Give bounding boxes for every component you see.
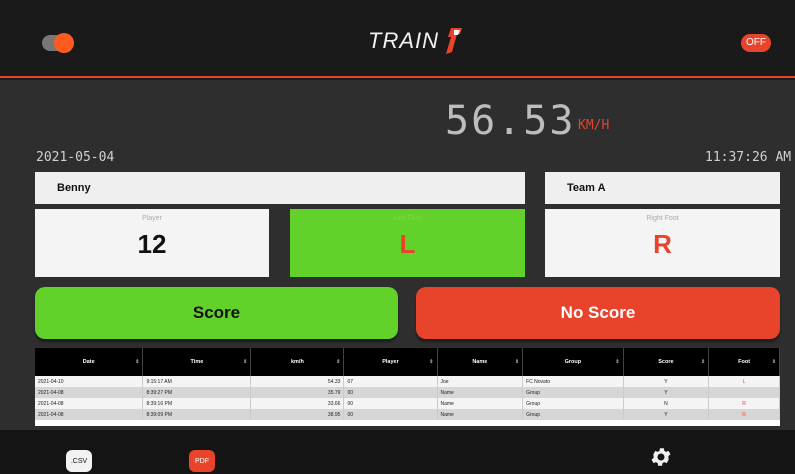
gear-icon[interactable] xyxy=(649,445,673,469)
toggle-icon[interactable] xyxy=(42,33,74,53)
sort-icon: ⇕ xyxy=(429,359,434,365)
player-number-tile[interactable]: Player 12 xyxy=(35,209,269,277)
current-time: 11:37:26 AM xyxy=(705,150,792,165)
cell-player: 00 xyxy=(343,398,438,409)
app-footer: .CSV PDF xyxy=(0,430,795,474)
column-header-label: Date xyxy=(82,359,95,365)
cell-score: Y xyxy=(623,409,710,420)
train-logo-icon xyxy=(446,28,462,54)
cell-foot: R xyxy=(708,409,780,420)
cell-kmh: 38.95 xyxy=(250,409,345,420)
cell-score: Y xyxy=(623,376,710,387)
column-header-kmh[interactable]: km/h ⇕ xyxy=(250,348,345,376)
no-score-button[interactable]: No Score xyxy=(416,287,780,339)
cell-kmh: 33.66 xyxy=(250,398,345,409)
cell-score: N xyxy=(623,398,710,409)
sort-icon: ⇕ xyxy=(771,359,776,365)
column-header-time[interactable]: Time ⇕ xyxy=(142,348,252,376)
cell-kmh: 35.79 xyxy=(250,387,345,398)
sort-icon: ⇕ xyxy=(514,359,520,365)
column-header-label: km/h xyxy=(290,359,304,365)
table-row[interactable]: 2021-04-08 8:39:09 PM 38.95 00 Name Grou… xyxy=(35,409,780,420)
table-row[interactable]: 2021-04-10 9:15:17 AM 54.33 07 Joe FC No… xyxy=(35,376,780,387)
left-foot-value: L xyxy=(399,229,416,259)
app-logo: TRAIN xyxy=(368,26,463,56)
left-foot-tile[interactable]: Left Foot L xyxy=(290,209,525,277)
cell-date: 2021-04-08 xyxy=(35,387,144,398)
column-header-score[interactable]: Score ⇕ xyxy=(623,348,710,376)
sort-icon: ⇕ xyxy=(243,359,248,365)
sort-icon: ⇕ xyxy=(336,359,341,365)
cell-foot: L xyxy=(708,376,780,387)
column-header-label: Score xyxy=(658,359,674,365)
table-row[interactable]: 2021-04-08 8:39:27 PM 35.79 00 Name Grou… xyxy=(35,387,780,398)
cell-player: 00 xyxy=(343,387,438,398)
app-header: TRAIN OFF xyxy=(0,0,795,78)
team-name-field[interactable]: Team A xyxy=(545,172,780,204)
cell-name: Name xyxy=(437,387,524,398)
table-row[interactable]: 2021-04-08 8:39:16 PM 33.66 00 Name Grou… xyxy=(35,398,780,409)
sort-icon: ⇕ xyxy=(135,359,140,365)
cell-group: Group xyxy=(522,409,624,420)
main-panel: 56.53 KM/H 2021-05-04 11:37:26 AM Benny … xyxy=(0,80,795,430)
export-csv-button[interactable]: .CSV xyxy=(66,450,92,472)
sort-icon: ⇕ xyxy=(615,359,620,365)
column-header-label: Name xyxy=(472,359,488,365)
cell-date: 2021-04-08 xyxy=(35,398,144,409)
speed-readout: 56.53 xyxy=(445,98,576,144)
history-table: Date ⇕ Time ⇕ km/h ⇕ Player ⇕ Name ⇕ Group ⇕ S… xyxy=(35,348,780,426)
column-header-label: Time xyxy=(190,359,204,365)
right-foot-value: R xyxy=(653,229,672,259)
speed-unit: KM/H xyxy=(578,118,610,133)
cell-foot: R xyxy=(708,398,780,409)
cell-group: FC Novato xyxy=(522,376,624,387)
column-header-foot[interactable]: Foot ⇕ xyxy=(708,348,780,376)
column-header-label: Player xyxy=(382,359,399,365)
column-header-date[interactable]: Date ⇕ xyxy=(35,348,144,376)
cell-kmh: 54.33 xyxy=(250,376,345,387)
cell-name: Name xyxy=(437,409,524,420)
cell-date: 2021-04-08 xyxy=(35,409,144,420)
sort-icon: ⇕ xyxy=(701,359,706,365)
player-tile-label: Player xyxy=(142,215,162,222)
cell-time: 8:39:16 PM xyxy=(142,398,252,409)
player-tile-value: 12 xyxy=(137,229,167,259)
cell-date: 2021-04-10 xyxy=(35,376,144,387)
cell-name: Name xyxy=(437,398,524,409)
cell-group: Group xyxy=(522,387,624,398)
left-foot-label: Left Foot xyxy=(393,215,422,222)
right-foot-label: Right Foot xyxy=(646,215,679,222)
column-header-label: Foot xyxy=(738,359,751,365)
cell-name: Joe xyxy=(437,376,524,387)
cell-time: 8:39:27 PM xyxy=(142,387,252,398)
cell-group: Group xyxy=(522,398,624,409)
cell-player: 07 xyxy=(343,376,438,387)
cell-time: 8:39:09 PM xyxy=(142,409,252,420)
off-button[interactable]: OFF xyxy=(741,34,771,52)
column-header-name[interactable]: Name ⇕ xyxy=(437,348,524,376)
column-header-label: Group xyxy=(564,359,582,365)
column-header-group[interactable]: Group ⇕ xyxy=(522,348,624,376)
toggle-knob xyxy=(54,33,74,53)
cell-player: 00 xyxy=(343,409,438,420)
cell-time: 9:15:17 AM xyxy=(142,376,252,387)
column-header-player[interactable]: Player ⇕ xyxy=(343,348,438,376)
table-header-row: Date ⇕ Time ⇕ km/h ⇕ Player ⇕ Name ⇕ Group ⇕ S… xyxy=(35,348,780,376)
score-button[interactable]: Score xyxy=(35,287,398,339)
cell-foot xyxy=(708,387,780,398)
current-date: 2021-05-04 xyxy=(36,150,115,165)
export-pdf-button[interactable]: PDF xyxy=(189,450,215,472)
player-name-field[interactable]: Benny xyxy=(35,172,525,204)
logo-text: TRAIN xyxy=(368,28,439,53)
cell-score: Y xyxy=(623,387,710,398)
right-foot-tile[interactable]: Right Foot R xyxy=(545,209,780,277)
